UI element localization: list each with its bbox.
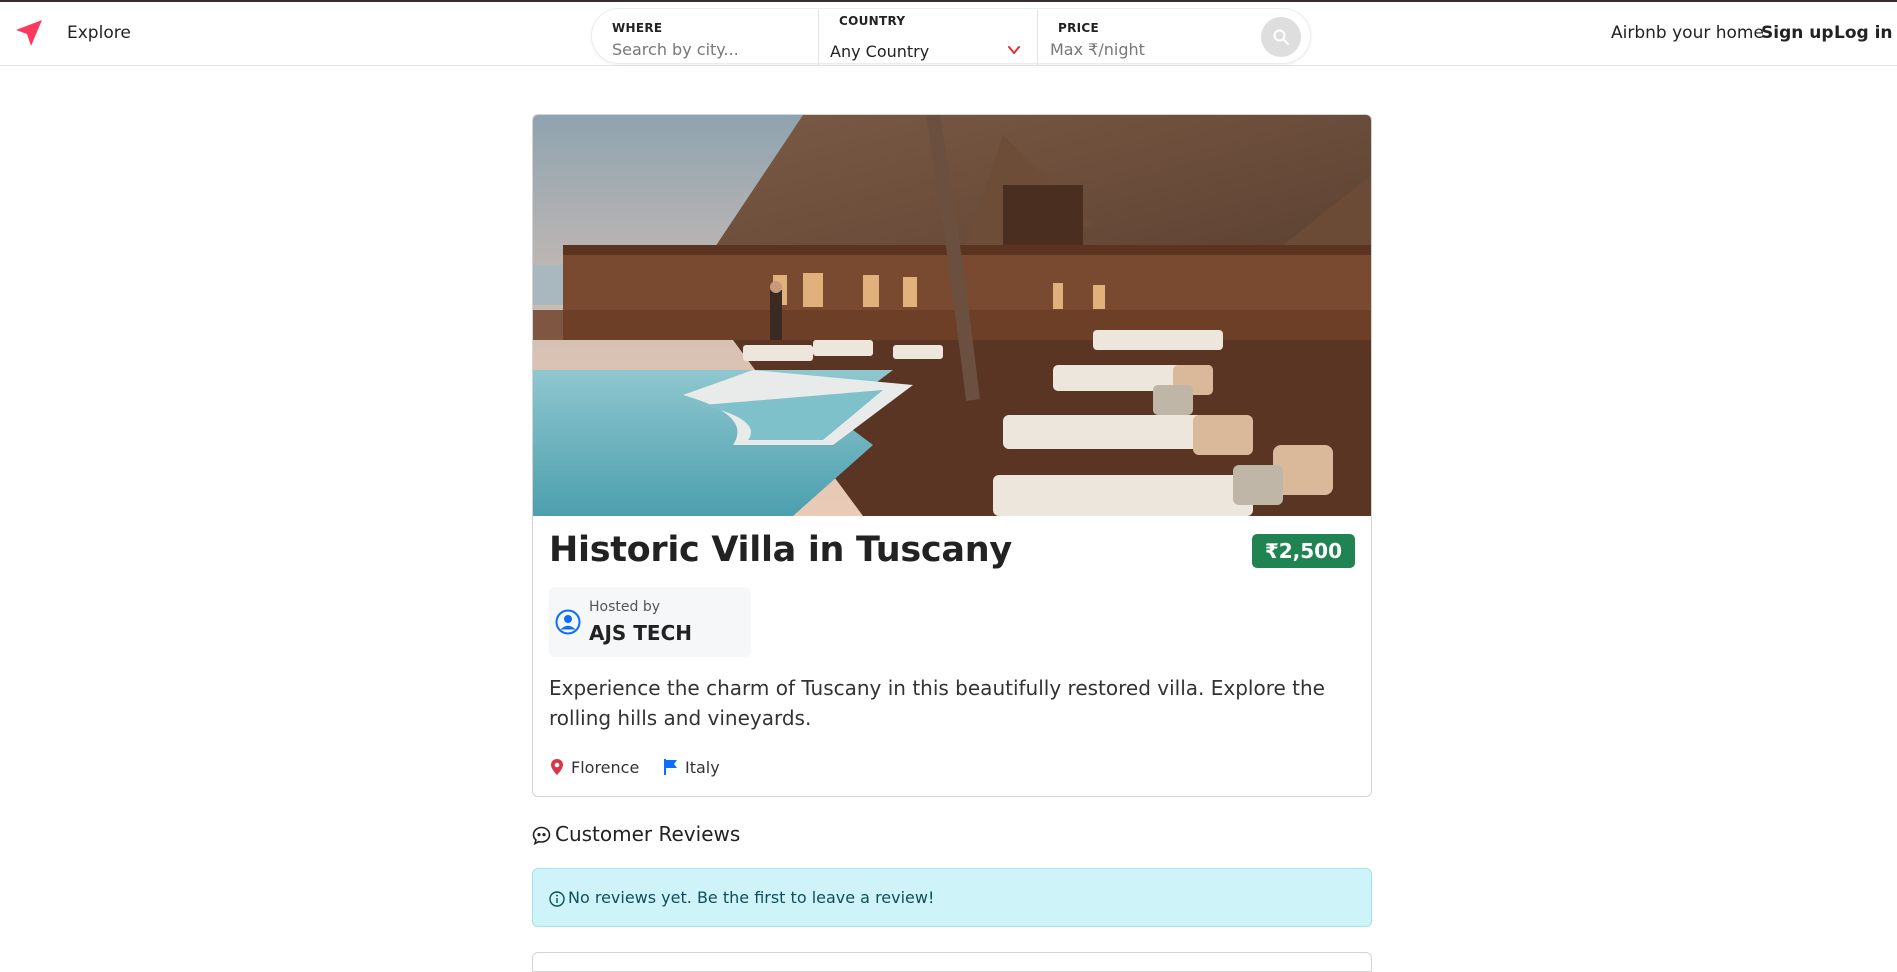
where-input[interactable] — [612, 39, 802, 59]
country-select[interactable]: Any Country — [830, 42, 929, 61]
review-form-card — [532, 952, 1372, 972]
where-field[interactable]: WHERE — [592, 9, 818, 65]
country-field[interactable]: COUNTRY Any Country — [818, 9, 1037, 65]
navigation-arrow-icon[interactable] — [14, 18, 44, 48]
search-icon — [1273, 29, 1289, 45]
price-badge: ₹2,500 — [1251, 534, 1355, 568]
search-bar: WHERE COUNTRY Any Country PRICE — [591, 8, 1311, 65]
no-reviews-alert: No reviews yet. Be the first to leave a … — [532, 868, 1372, 927]
navbar: Explore WHERE COUNTRY Any Country PRICE … — [0, 2, 1897, 66]
max-price-input[interactable] — [1050, 39, 1240, 59]
price-label: PRICE — [1058, 21, 1100, 35]
listing-title: Historic Villa in Tuscany — [549, 530, 1012, 570]
airbnb-your-home-link[interactable]: Airbnb your home — [1611, 23, 1764, 43]
map-pin-icon — [551, 759, 563, 775]
chevron-down-icon[interactable] — [1007, 43, 1021, 57]
listing-card: Historic Villa in Tuscany ₹2,500 Hosted … — [532, 114, 1372, 797]
chat-quote-icon — [532, 826, 551, 845]
listing-description: Experience the charm of Tuscany in this … — [549, 676, 1325, 730]
listing-photo — [533, 115, 1371, 516]
info-circle-icon — [549, 891, 565, 907]
country-label: Italy — [685, 758, 720, 777]
user-circle-icon — [555, 609, 581, 635]
login-link[interactable]: Log in — [1834, 23, 1893, 43]
reviews-heading-text: Customer Reviews — [555, 822, 741, 846]
host-name: AJS TECH — [589, 621, 693, 645]
signup-link[interactable]: Sign up — [1761, 23, 1834, 43]
where-label: WHERE — [612, 21, 663, 35]
search-button[interactable] — [1261, 17, 1301, 57]
flag-icon — [664, 759, 677, 775]
price-field[interactable]: PRICE — [1037, 9, 1249, 65]
explore-link[interactable]: Explore — [67, 23, 131, 43]
no-reviews-message: No reviews yet. Be the first to leave a … — [568, 888, 935, 907]
host-caption: Hosted by — [589, 599, 660, 615]
city-label: Florence — [571, 758, 640, 777]
country-label: COUNTRY — [839, 14, 906, 28]
host-info: Hosted by AJS TECH — [549, 587, 751, 657]
